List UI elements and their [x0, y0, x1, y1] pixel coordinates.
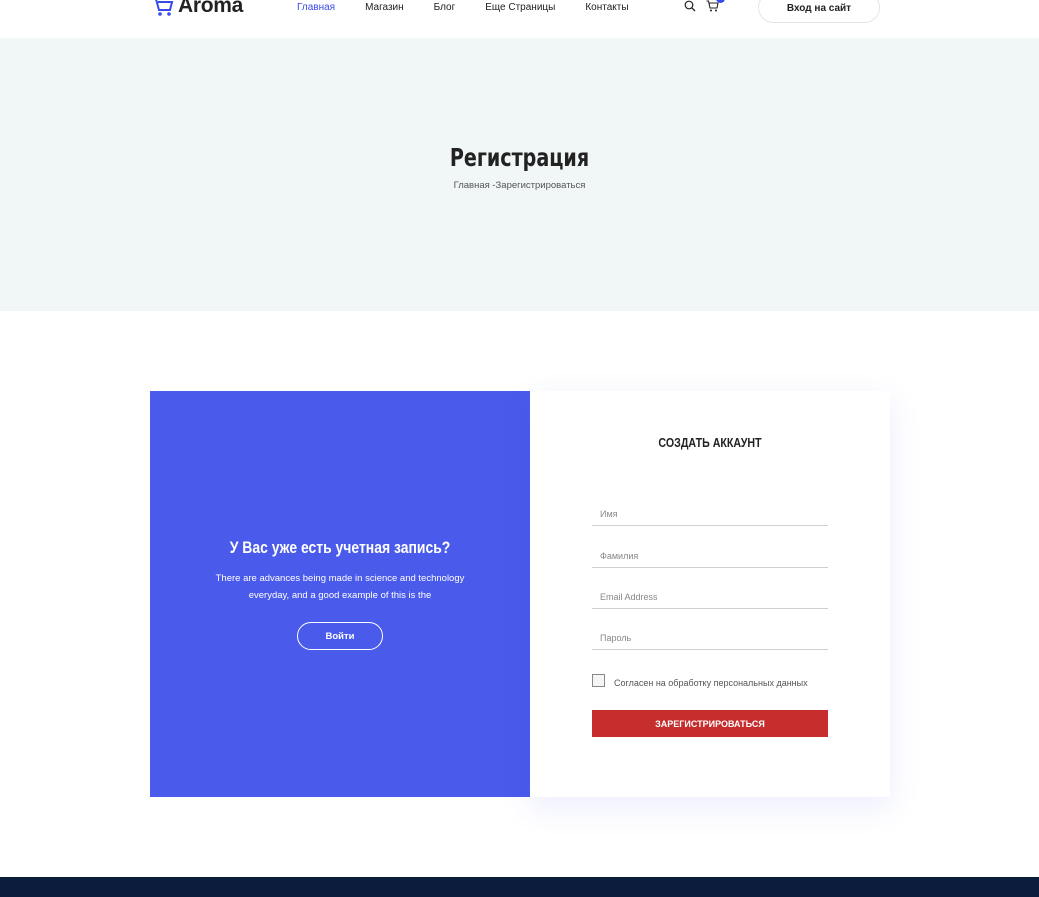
cart-logo-icon [152, 0, 174, 16]
footer [0, 877, 1039, 897]
nav-item-home[interactable]: Главная [297, 2, 335, 13]
nav-item-pages[interactable]: Еще Страницы [485, 2, 555, 13]
email-field[interactable] [592, 585, 828, 609]
sign-in-button[interactable]: Войти [297, 622, 383, 650]
page-title: Регистрация [449, 143, 590, 172]
login-panel-text: There are advances being made in science… [215, 573, 465, 601]
register-form-title: СОЗДАТЬ АККАУНТ [658, 435, 762, 450]
login-button[interactable]: Вход на сайт [758, 0, 880, 23]
logo[interactable]: Aroma [150, 0, 243, 18]
site-header: Aroma Главная Магазин Блог Еще Страницы … [0, 0, 1039, 38]
breadcrumb[interactable]: Главная -Зарегистрироваться [0, 180, 1039, 191]
page-banner: Регистрация Главная -Зарегистрироваться [0, 38, 1039, 311]
password-field[interactable] [592, 626, 828, 650]
register-form: СОЗДАТЬ АККАУНТ Согласен на обработку пе… [530, 391, 890, 797]
first-name-field[interactable] [592, 502, 828, 526]
search-icon[interactable] [684, 0, 696, 12]
nav-item-shop[interactable]: Магазин [365, 2, 404, 13]
login-panel-title: У Вас уже есть учетная запись? [229, 538, 451, 557]
consent-label: Согласен на обработку персональных данны… [614, 678, 808, 688]
logo-text: Aroma [178, 0, 244, 17]
login-panel: У Вас уже есть учетная запись? There are… [150, 391, 530, 797]
main-nav: Главная Магазин Блог Еще Страницы Контак… [297, 2, 659, 13]
consent-checkbox[interactable] [592, 674, 605, 687]
register-button[interactable]: ЗАРЕГИСТРИРОВАТЬСЯ [592, 710, 828, 737]
nav-item-blog[interactable]: Блог [434, 2, 456, 13]
last-name-field[interactable] [592, 544, 828, 568]
nav-item-contact[interactable]: Контакты [585, 2, 628, 13]
